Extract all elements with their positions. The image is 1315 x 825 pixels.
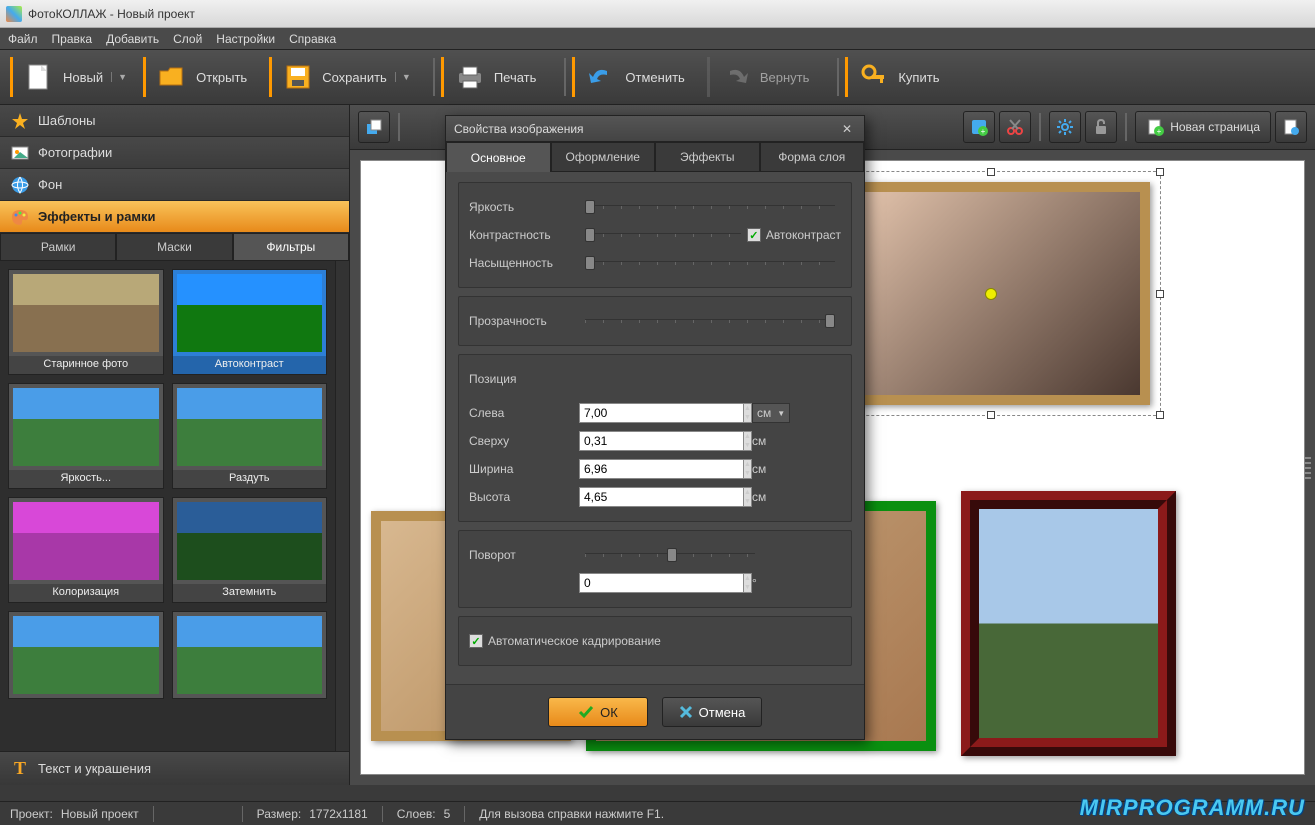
filter-thumb[interactable] [8, 611, 164, 699]
menu-bar: Файл Правка Добавить Слой Настройки Спра… [0, 28, 1315, 50]
dialog-tab-design[interactable]: Оформление [551, 142, 656, 172]
sidebar: Шаблоны Фотографии Фон Эффекты и рамки Р… [0, 105, 350, 785]
sidebar-item-photos[interactable]: Фотографии [0, 137, 349, 169]
save-button[interactable]: Сохранить ▼ [269, 57, 415, 97]
rotation-handle[interactable] [985, 288, 997, 300]
dialog-titlebar[interactable]: Свойства изображения ✕ [446, 116, 864, 142]
dialog-tab-effects[interactable]: Эффекты [655, 142, 760, 172]
subtab-filters[interactable]: Фильтры [233, 233, 349, 261]
height-input[interactable]: ▲▼ [579, 487, 744, 507]
brightness-slider[interactable] [585, 205, 835, 209]
ok-button[interactable]: ОК [548, 697, 648, 727]
printer-icon [454, 61, 486, 93]
rotation-input[interactable]: ▲▼ [579, 573, 744, 593]
svg-text:+: + [981, 127, 986, 136]
menu-layer[interactable]: Слой [173, 32, 202, 46]
sidebar-item-text[interactable]: T Текст и украшения [0, 751, 349, 785]
chevron-down-icon[interactable]: ▼ [395, 72, 405, 82]
folder-open-icon [156, 61, 188, 93]
svg-text:+: + [1157, 127, 1162, 136]
separator [564, 58, 566, 96]
menu-settings[interactable]: Настройки [216, 32, 275, 46]
redo-button[interactable]: Вернуть [707, 57, 820, 97]
palette-icon [10, 207, 30, 227]
close-icon[interactable]: ✕ [838, 120, 856, 138]
text-icon: T [10, 759, 30, 779]
sidebar-item-effects[interactable]: Эффекты и рамки [0, 201, 349, 233]
subtab-frames[interactable]: Рамки [0, 233, 116, 261]
autocrop-checkbox[interactable]: ✓ [469, 634, 483, 648]
dialog-tab-shape[interactable]: Форма слоя [760, 142, 865, 172]
star-icon [10, 111, 30, 131]
new-file-icon [23, 61, 55, 93]
scrollbar[interactable] [335, 261, 349, 751]
dialog-tab-main[interactable]: Основное [446, 142, 551, 172]
unit-select[interactable]: см▼ [752, 403, 790, 423]
open-button[interactable]: Открыть [143, 57, 257, 97]
title-bar: ФотоКОЛЛАЖ - Новый проект [0, 0, 1315, 28]
main-toolbar: Новый ▼ Открыть Сохранить ▼ Печать Отмен… [0, 50, 1315, 105]
sidebar-subtabs: Рамки Маски Фильтры [0, 233, 349, 261]
filter-thumb[interactable]: Автоконтраст [172, 269, 328, 375]
print-button[interactable]: Печать [441, 57, 547, 97]
left-input[interactable]: ▲▼ [579, 403, 744, 423]
undo-button[interactable]: Отменить [572, 57, 694, 97]
filter-thumb[interactable]: Раздуть [172, 383, 328, 489]
lock-icon[interactable] [1085, 111, 1117, 143]
filter-thumb[interactable]: Яркость... [8, 383, 164, 489]
chevron-down-icon[interactable]: ▼ [111, 72, 121, 82]
cut-icon[interactable] [999, 111, 1031, 143]
saturation-slider[interactable] [585, 261, 835, 265]
ruler-marks [1305, 150, 1315, 785]
filter-thumb[interactable] [172, 611, 328, 699]
top-input[interactable]: ▲▼ [579, 431, 744, 451]
sidebar-item-background[interactable]: Фон [0, 169, 349, 201]
photo-icon [10, 143, 30, 163]
new-page-button[interactable]: + Новая страница [1135, 111, 1271, 143]
check-icon [578, 704, 594, 720]
cancel-button[interactable]: Отмена [662, 697, 762, 727]
page-settings-icon[interactable] [1275, 111, 1307, 143]
window-title: ФотоКОЛЛАЖ - Новый проект [28, 7, 195, 21]
contrast-slider[interactable] [585, 233, 741, 237]
opacity-slider[interactable] [585, 319, 835, 323]
selection-frame[interactable] [821, 171, 1161, 416]
separator [433, 58, 435, 96]
redo-icon [720, 61, 752, 93]
menu-file[interactable]: Файл [8, 32, 38, 46]
subtab-masks[interactable]: Маски [116, 233, 232, 261]
gear-icon[interactable] [1049, 111, 1081, 143]
menu-edit[interactable]: Правка [52, 32, 93, 46]
separator [837, 58, 839, 96]
rotation-slider[interactable] [585, 553, 755, 557]
filter-thumbnail-grid: Старинное фото Автоконтраст Яркость... Р… [0, 261, 335, 751]
app-icon [6, 6, 22, 22]
image-properties-dialog: Свойства изображения ✕ Основное Оформлен… [445, 115, 865, 740]
layers-icon[interactable] [358, 111, 390, 143]
new-button[interactable]: Новый ▼ [10, 57, 131, 97]
menu-help[interactable]: Справка [289, 32, 336, 46]
watermark: MIRPROGRAMM.RU [1080, 795, 1305, 821]
menu-add[interactable]: Добавить [106, 32, 159, 46]
save-icon [282, 61, 314, 93]
collage-frame[interactable] [961, 491, 1176, 756]
key-icon [858, 61, 890, 93]
filter-thumb[interactable]: Старинное фото [8, 269, 164, 375]
add-image-icon[interactable]: + [963, 111, 995, 143]
autocontrast-checkbox[interactable]: ✓ [747, 228, 761, 242]
filter-thumb[interactable]: Затемнить [172, 497, 328, 603]
globe-icon [10, 175, 30, 195]
buy-button[interactable]: Купить [845, 57, 949, 97]
filter-thumb[interactable]: Колоризация [8, 497, 164, 603]
x-icon [679, 705, 693, 719]
sidebar-item-templates[interactable]: Шаблоны [0, 105, 349, 137]
width-input[interactable]: ▲▼ [579, 459, 744, 479]
undo-icon [585, 61, 617, 93]
page-add-icon: + [1146, 118, 1164, 136]
